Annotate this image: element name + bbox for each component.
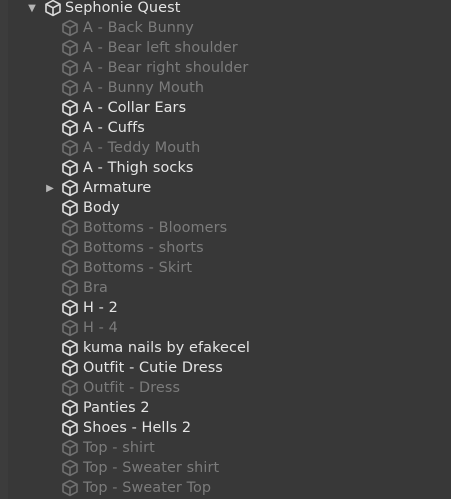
cube-icon (61, 59, 79, 77)
hierarchy-item-row[interactable]: Top - Sweater shirt (0, 458, 451, 478)
hierarchy-item-label: Bottoms - shorts (83, 240, 204, 256)
cube-icon (61, 419, 79, 437)
hierarchy-item-row[interactable]: ▶ Armature (0, 178, 451, 198)
hierarchy-item-row[interactable]: Bottoms - Skirt (0, 258, 451, 278)
hierarchy-item-row[interactable]: Body (0, 198, 451, 218)
cube-icon (61, 19, 79, 37)
hierarchy-item-label: H - 4 (83, 320, 118, 336)
hierarchy-item-label: A - Collar Ears (83, 100, 187, 116)
hierarchy-root-label: Sephonie Quest (65, 0, 181, 16)
cube-icon (61, 359, 79, 377)
triangle-right-icon[interactable]: ▶ (44, 178, 56, 198)
hierarchy-item-label: Top - shirt (83, 440, 155, 456)
hierarchy-item-label: Outfit - Dress (83, 380, 181, 396)
hierarchy-item-label: A - Teddy Mouth (83, 140, 201, 156)
hierarchy-item-row[interactable]: H - 2 (0, 298, 451, 318)
cube-icon (61, 39, 79, 57)
cube-icon (61, 279, 79, 297)
cube-icon (61, 119, 79, 137)
hierarchy-panel: ▼ Sephonie Quest A - Back Bunny A - Bear … (0, 0, 451, 499)
triangle-down-icon[interactable]: ▼ (26, 0, 38, 18)
hierarchy-item-label: Bottoms - Skirt (83, 260, 193, 276)
hierarchy-item-label: Panties 2 (83, 400, 150, 416)
cube-icon (61, 339, 79, 357)
cube-icon (61, 459, 79, 477)
cube-icon (61, 239, 79, 257)
cube-icon (61, 259, 79, 277)
cube-icon (61, 299, 79, 317)
hierarchy-item-label: Armature (83, 180, 152, 196)
hierarchy-item-label: A - Cuffs (83, 120, 145, 136)
hierarchy-item-row[interactable]: Bottoms - Bloomers (0, 218, 451, 238)
hierarchy-item-label: Top - Sweater shirt (83, 460, 220, 476)
cube-icon (61, 439, 79, 457)
hierarchy-item-row[interactable]: Bra (0, 278, 451, 298)
hierarchy-item-label: Top - Sweater Top (83, 480, 212, 496)
hierarchy-item-row[interactable]: kuma nails by efakecel (0, 338, 451, 358)
hierarchy-item-label: Shoes - Hells 2 (83, 420, 192, 436)
hierarchy-item-row[interactable]: A - Back Bunny (0, 18, 451, 38)
cube-icon (61, 179, 79, 197)
hierarchy-item-row[interactable]: Top - Sweater Top (0, 478, 451, 498)
hierarchy-item-row[interactable]: Top - shirt (0, 438, 451, 458)
hierarchy-item-label: A - Bunny Mouth (83, 80, 205, 96)
hierarchy-item-label: Bra (83, 280, 108, 296)
hierarchy-item-row[interactable]: Shoes - Hells 2 (0, 418, 451, 438)
hierarchy-item-row[interactable]: A - Bunny Mouth (0, 78, 451, 98)
hierarchy-item-row[interactable]: Bottoms - shorts (0, 238, 451, 258)
hierarchy-item-row[interactable]: Panties 2 (0, 398, 451, 418)
hierarchy-item-row[interactable]: Outfit - Cutie Dress (0, 358, 451, 378)
hierarchy-item-label: Body (83, 200, 120, 216)
cube-icon (61, 79, 79, 97)
hierarchy-item-row[interactable]: A - Cuffs (0, 118, 451, 138)
hierarchy-item-label: kuma nails by efakecel (83, 340, 251, 356)
hierarchy-item-row[interactable]: A - Bear left shoulder (0, 38, 451, 58)
cube-icon (61, 139, 79, 157)
hierarchy-item-label: Bottoms - Bloomers (83, 220, 228, 236)
cube-icon (61, 199, 79, 217)
hierarchy-item-label: A - Thigh socks (83, 160, 194, 176)
hierarchy-item-row[interactable]: A - Collar Ears (0, 98, 451, 118)
cube-icon (61, 319, 79, 337)
hierarchy-item-row[interactable]: H - 4 (0, 318, 451, 338)
hierarchy-item-row[interactable]: A - Bear right shoulder (0, 58, 451, 78)
cube-icon (44, 0, 62, 17)
hierarchy-item-row[interactable]: Outfit - Dress (0, 378, 451, 398)
cube-icon (61, 399, 79, 417)
hierarchy-item-label: A - Bear left shoulder (83, 40, 238, 56)
cube-icon (61, 99, 79, 117)
cube-icon (61, 379, 79, 397)
hierarchy-item-label: A - Bear right shoulder (83, 60, 249, 76)
hierarchy-item-row[interactable]: A - Thigh socks (0, 158, 451, 178)
hierarchy-item-label: H - 2 (83, 300, 118, 316)
hierarchy-item-label: A - Back Bunny (83, 20, 194, 36)
hierarchy-root-row[interactable]: ▼ Sephonie Quest (0, 0, 451, 18)
cube-icon (61, 219, 79, 237)
cube-icon (61, 479, 79, 497)
cube-icon (61, 159, 79, 177)
hierarchy-item-label: Outfit - Cutie Dress (83, 360, 223, 376)
hierarchy-item-row[interactable]: A - Teddy Mouth (0, 138, 451, 158)
